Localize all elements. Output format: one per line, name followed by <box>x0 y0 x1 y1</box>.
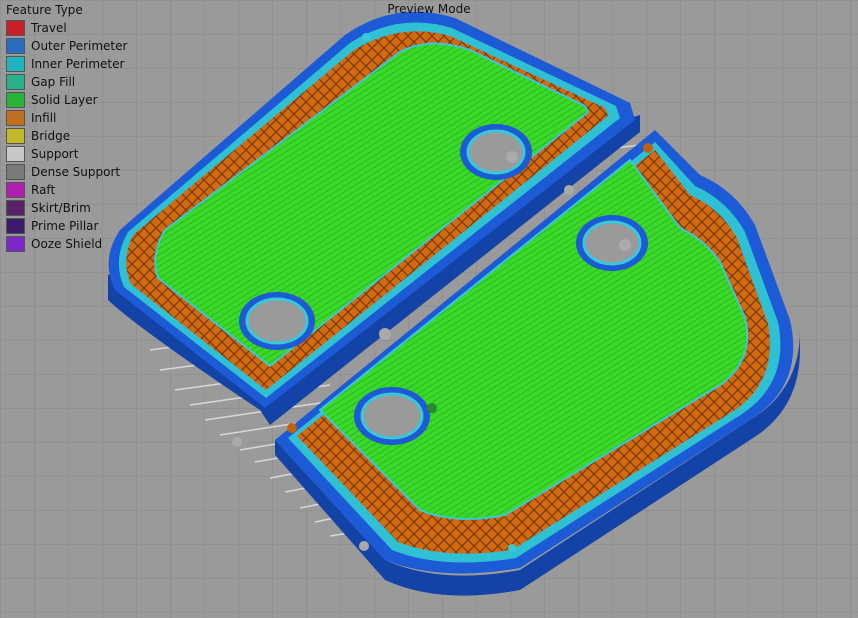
legend-item-label: Inner Perimeter <box>31 57 125 71</box>
legend-title: Feature Type <box>6 3 83 17</box>
dense-support-swatch <box>6 164 25 180</box>
right-part-hole-upper-inner <box>582 220 642 266</box>
legend-item-label: Infill <box>31 111 57 125</box>
legend-item-label: Bridge <box>31 129 71 143</box>
legend-item-outer-perimeter: Outer Perimeter <box>6 37 127 55</box>
left-part-hole-lower-inner <box>245 297 309 345</box>
legend-item-label: Solid Layer <box>31 93 98 107</box>
raft-swatch <box>6 182 25 198</box>
legend-item-label: Dense Support <box>31 165 121 179</box>
solid-layer-swatch <box>6 92 25 108</box>
preview-mode-title: Preview Mode <box>387 2 471 16</box>
legend-item-travel: Travel <box>6 19 127 37</box>
legend-item-ooze-shield: Ooze Shield <box>6 235 127 253</box>
legend-item-raft: Raft <box>6 181 127 199</box>
legend-item-label: Outer Perimeter <box>31 39 128 53</box>
legend-item-label: Skirt/Brim <box>31 201 91 215</box>
prime-pillar-swatch <box>6 218 25 234</box>
legend-item-label: Travel <box>31 21 67 35</box>
left-part-hole-upper-inner <box>466 129 526 175</box>
legend-item-dense-support: Dense Support <box>6 163 127 181</box>
infill-swatch <box>6 110 25 126</box>
skirt-brim-swatch <box>6 200 25 216</box>
legend-item-label: Ooze Shield <box>31 237 103 251</box>
legend-item-prime-pillar: Prime Pillar <box>6 217 127 235</box>
legend-item-infill: Infill <box>6 109 127 127</box>
travel-swatch <box>6 20 25 36</box>
legend-item-label: Prime Pillar <box>31 219 99 233</box>
legend-item-gap-fill: Gap Fill <box>6 73 127 91</box>
outer-perimeter-swatch <box>6 38 25 54</box>
bridge-swatch <box>6 128 25 144</box>
legend-item-bridge: Bridge <box>6 127 127 145</box>
legend-item-skirt-brim: Skirt/Brim <box>6 199 127 217</box>
inner-perimeter-swatch <box>6 56 25 72</box>
gap-fill-swatch <box>6 74 25 90</box>
legend-item-label: Gap Fill <box>31 75 76 89</box>
preview-viewport[interactable] <box>0 0 858 618</box>
legend-item-inner-perimeter: Inner Perimeter <box>6 55 127 73</box>
legend-item-support: Support <box>6 145 127 163</box>
ooze-shield-swatch <box>6 236 25 252</box>
feature-type-legend: Feature Type Travel Outer Perimeter Inne… <box>6 2 127 253</box>
right-part-hole-lower-inner <box>360 392 424 440</box>
support-swatch <box>6 146 25 162</box>
legend-item-label: Raft <box>31 183 56 197</box>
legend-item-solid-layer: Solid Layer <box>6 91 127 109</box>
legend-item-label: Support <box>31 147 79 161</box>
